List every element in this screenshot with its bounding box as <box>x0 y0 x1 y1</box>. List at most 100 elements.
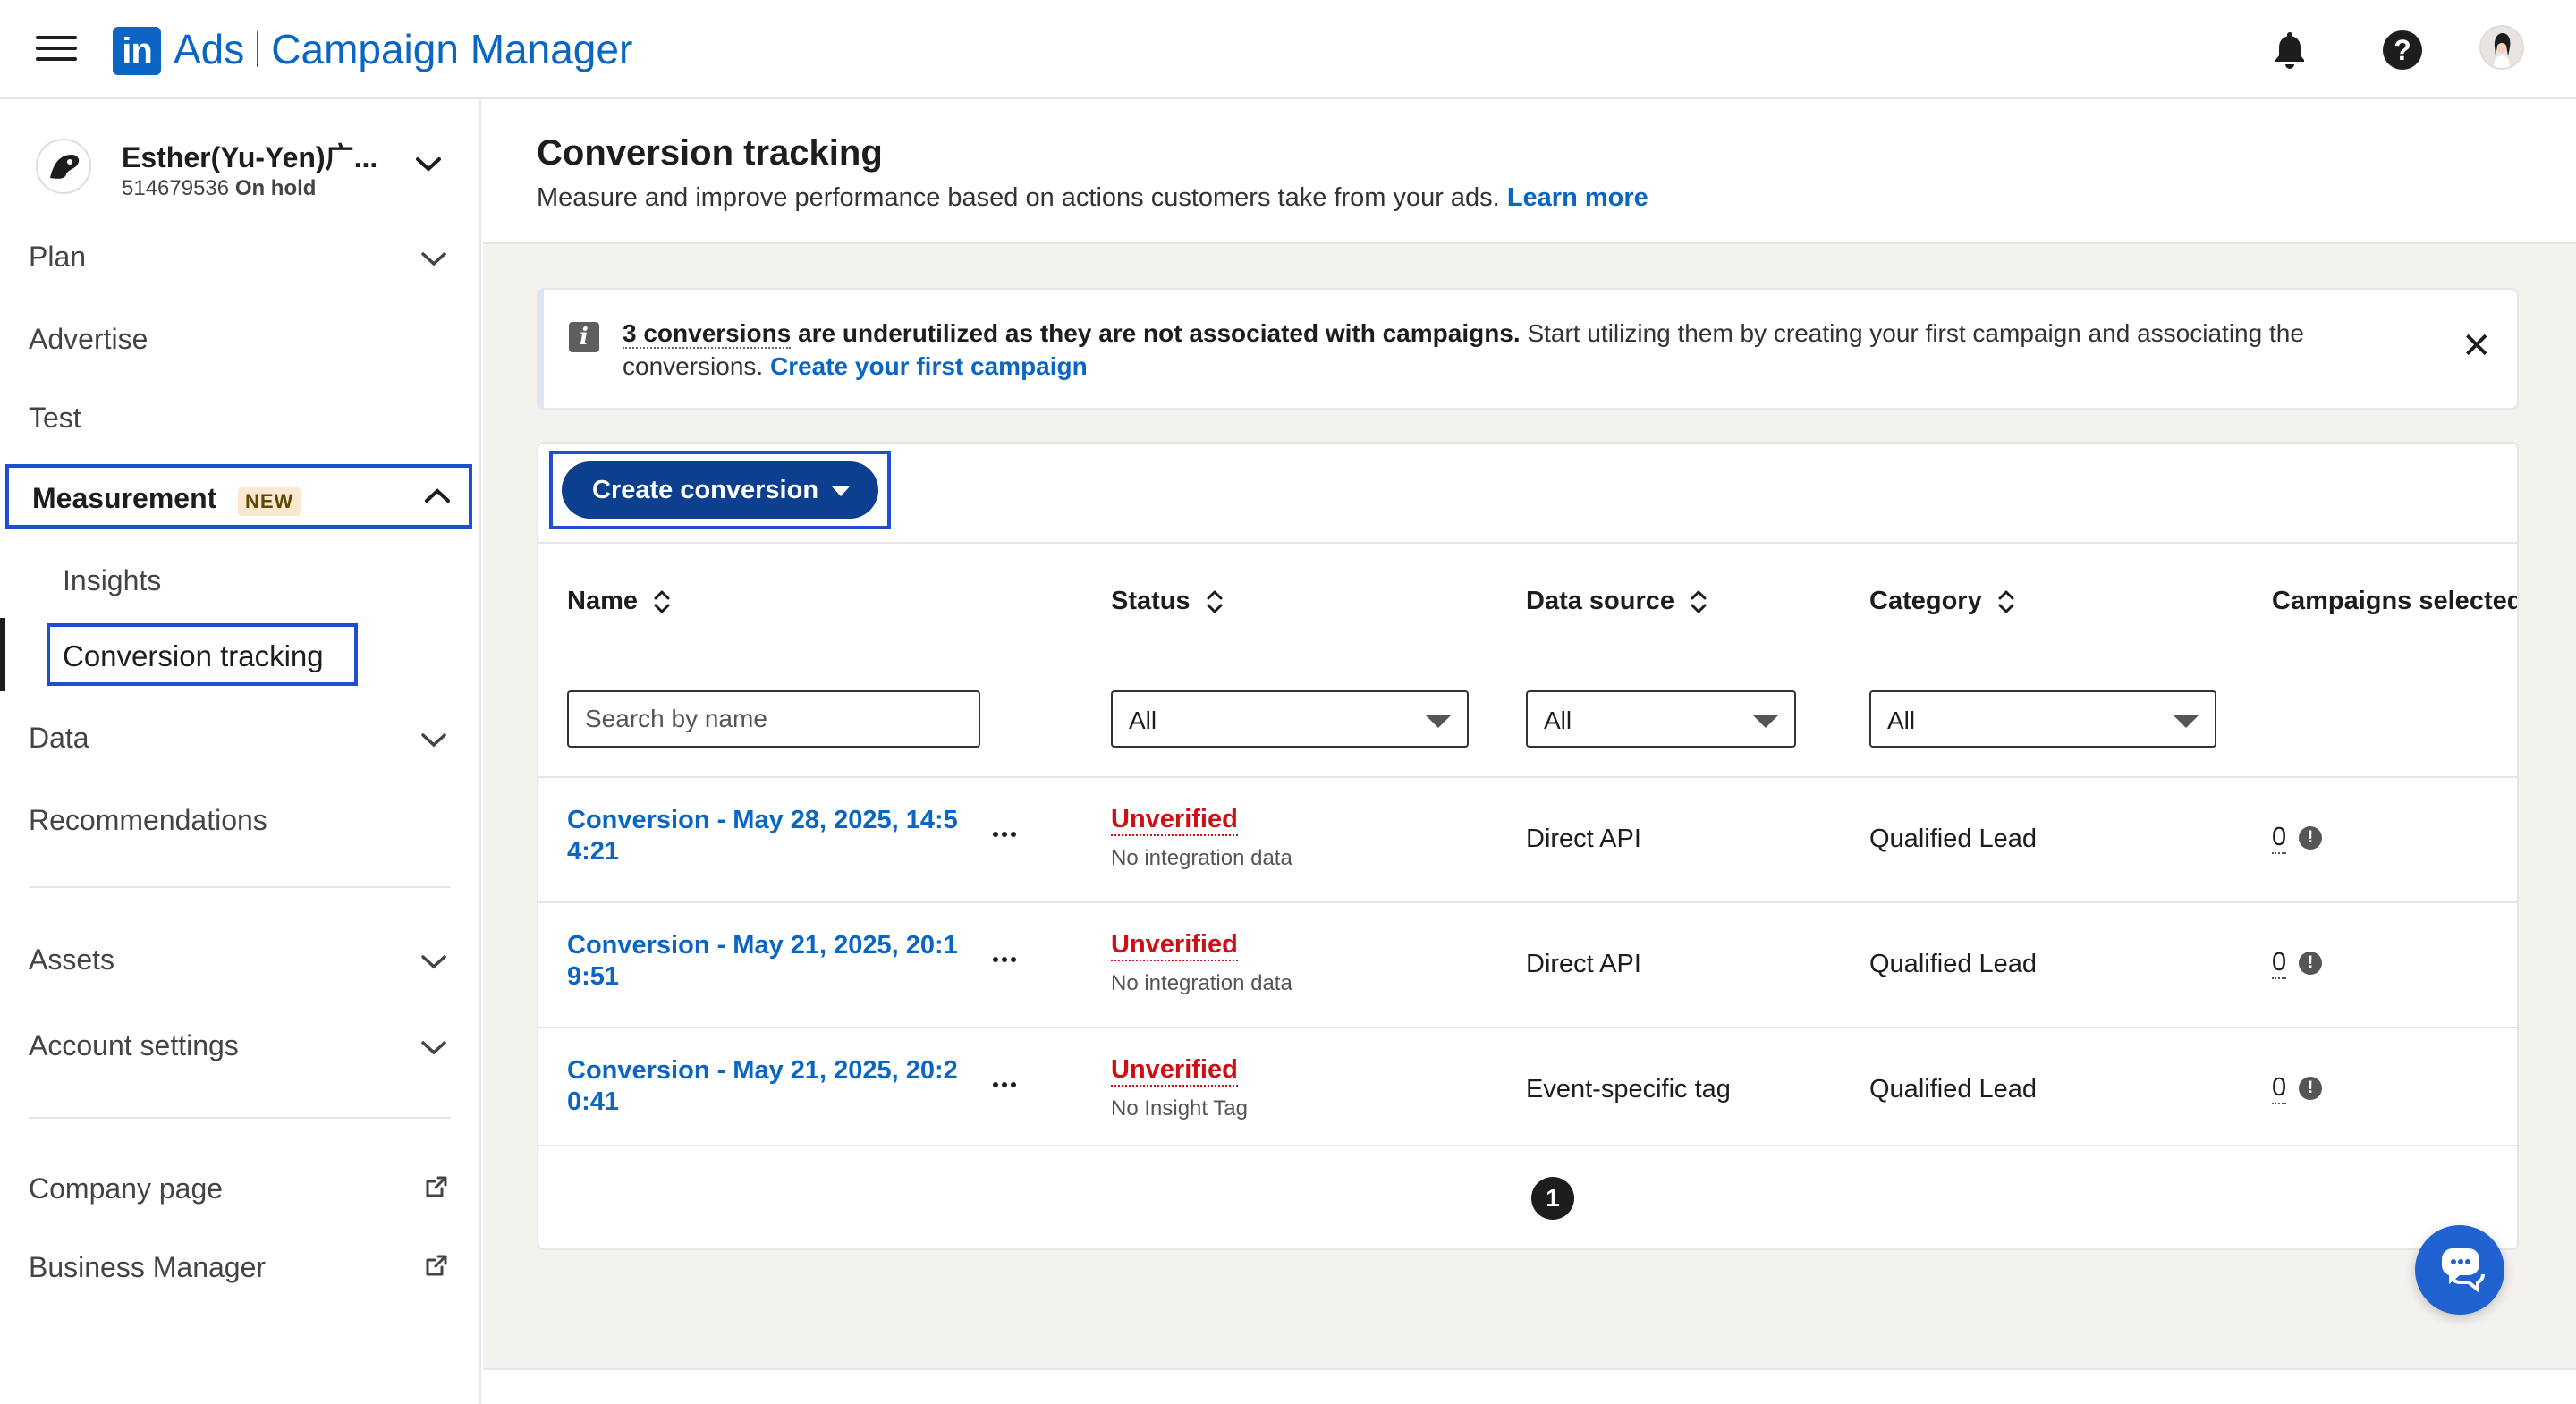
search-input[interactable] <box>567 690 980 748</box>
table-row: Conversion - May 21, 2025, 20:1 9:51 Unv… <box>538 901 2517 1025</box>
info-banner: i 3 conversions are underutilized as the… <box>537 288 2519 410</box>
brand-product: Campaign Manager <box>271 26 633 72</box>
app-title[interactable]: Ads Campaign Manager <box>174 25 632 73</box>
chevron-up-icon <box>425 488 450 503</box>
banner-bold-text: are underutilized as they are not associ… <box>791 319 1521 347</box>
page-title: Conversion tracking <box>537 133 883 173</box>
help-icon[interactable]: ? <box>2379 27 2426 73</box>
active-indicator <box>0 618 5 691</box>
more-options-icon[interactable] <box>993 944 1025 977</box>
sidebar-item-advertise[interactable]: Advertise <box>29 323 148 356</box>
warning-icon[interactable]: ! <box>2299 826 2322 850</box>
conversions-table-card: Create conversion Name Status Data sourc… <box>537 442 2519 1250</box>
sidebar-item-label: Account settings <box>29 1029 239 1061</box>
category-filter-select[interactable]: All <box>1869 690 2216 748</box>
sidebar-item-insights[interactable]: Insights <box>63 564 161 597</box>
column-header-status[interactable]: Status <box>1111 587 1224 616</box>
learn-more-link[interactable]: Learn more <box>1507 183 1648 212</box>
sidebar-item-conversion-tracking[interactable]: Conversion tracking <box>47 623 358 686</box>
conversion-name-link[interactable]: Conversion - May 21, 2025, 20:1 9:51 <box>567 930 970 993</box>
caret-down-icon <box>832 486 850 496</box>
sort-icon <box>1998 590 2014 613</box>
sidebar-item-measurement[interactable]: Measurement NEW <box>5 464 472 529</box>
create-conversion-label: Create conversion <box>592 476 819 504</box>
sort-icon <box>654 590 670 613</box>
sidebar-item-label: Insights <box>63 564 162 596</box>
external-link-icon[interactable] <box>424 1253 449 1278</box>
sidebar-item-label: Assets <box>29 943 115 976</box>
status-detail: No integration data <box>1111 846 1292 870</box>
select-value: All <box>1887 706 1916 734</box>
status-filter-select[interactable]: All <box>1111 690 1469 748</box>
column-header-campaigns-selected: Campaigns selected <box>2272 587 2517 616</box>
user-avatar[interactable] <box>2479 25 2524 70</box>
sidebar-item-label: Test <box>29 402 81 434</box>
sidebar-item-plan[interactable]: Plan <box>29 241 86 274</box>
sort-icon <box>1207 590 1223 613</box>
status-label[interactable]: Unverified <box>1111 930 1238 961</box>
account-name: Esther(Yu-Yen)广... <box>122 141 378 173</box>
campaigns-count[interactable]: 0 <box>2272 948 2287 979</box>
chevron-down-icon[interactable] <box>420 732 447 749</box>
chevron-down-icon[interactable] <box>420 251 447 267</box>
sidebar-item-data[interactable]: Data <box>29 722 89 755</box>
linkedin-logo[interactable]: in <box>113 27 161 75</box>
banner-message: 3 conversions are underutilized as they … <box>623 317 2340 383</box>
column-header-data-source[interactable]: Data source <box>1526 587 1708 616</box>
chat-help-button[interactable] <box>2415 1225 2504 1315</box>
sidebar-item-account-settings[interactable]: Account settings <box>29 1029 239 1062</box>
account-logo <box>36 139 91 194</box>
sidebar-item-business-manager[interactable]: Business Manager <box>29 1251 266 1284</box>
sidebar-item-test[interactable]: Test <box>29 402 81 435</box>
chevron-down-icon[interactable] <box>420 1040 447 1056</box>
table-row: Conversion - May 21, 2025, 20:2 0:41 Unv… <box>538 1027 2517 1150</box>
more-options-icon[interactable] <box>993 819 1025 851</box>
info-icon: i <box>569 322 599 352</box>
account-switcher[interactable]: Esther(Yu-Yen)广... 514679536 On hold <box>36 130 465 201</box>
sidebar: Esther(Yu-Yen)广... 514679536 On hold Pla… <box>0 99 481 1404</box>
status-label[interactable]: Unverified <box>1111 805 1238 836</box>
table-row: Conversion - May 28, 2025, 14:5 4:21 Unv… <box>538 776 2517 900</box>
footer <box>483 1370 2576 1404</box>
close-icon[interactable]: ✕ <box>2462 326 2492 367</box>
create-conversion-highlight: Create conversion <box>549 451 891 529</box>
category-cell: Qualified Lead <box>1869 950 2038 978</box>
toolbar-divider <box>538 542 2517 544</box>
select-value: All <box>1544 706 1572 734</box>
sidebar-item-label: Recommendations <box>29 804 267 836</box>
pagination-page-button[interactable]: 1 <box>1531 1177 1574 1220</box>
warning-icon[interactable]: ! <box>2299 952 2322 975</box>
campaigns-count[interactable]: 0 <box>2272 1073 2287 1104</box>
page-subtitle: Measure and improve performance based on… <box>537 183 1648 213</box>
status-detail: No integration data <box>1111 971 1292 995</box>
conversion-name-link[interactable]: Conversion - May 21, 2025, 20:2 0:41 <box>567 1055 970 1118</box>
create-campaign-link[interactable]: Create your first campaign <box>770 352 1088 380</box>
sidebar-item-recommendations[interactable]: Recommendations <box>29 804 267 837</box>
data-source-filter-select[interactable]: All <box>1526 690 1796 748</box>
conversion-name-link[interactable]: Conversion - May 28, 2025, 14:5 4:21 <box>567 805 970 867</box>
chevron-down-icon[interactable] <box>420 954 447 970</box>
dropdown-arrow-icon <box>2174 715 2199 728</box>
more-options-icon[interactable] <box>993 1070 1025 1102</box>
top-navigation-bar: in Ads Campaign Manager ? <box>0 0 2576 99</box>
sidebar-item-label: Advertise <box>29 323 148 355</box>
create-conversion-button[interactable]: Create conversion <box>562 461 878 519</box>
sidebar-item-label: Plan <box>29 241 87 273</box>
account-id-status: 514679536 On hold <box>122 176 316 201</box>
hamburger-menu-icon[interactable] <box>36 36 77 64</box>
page-header: Conversion tracking Measure and improve … <box>483 99 2576 244</box>
sidebar-item-label: Measurement <box>32 482 217 514</box>
column-header-name[interactable]: Name <box>567 587 672 616</box>
sidebar-item-label: Conversion tracking <box>63 639 324 672</box>
sidebar-item-company-page[interactable]: Company page <box>29 1172 223 1205</box>
column-header-category[interactable]: Category <box>1869 587 2016 616</box>
data-source-cell: Direct API <box>1526 950 1641 978</box>
status-detail: No Insight Tag <box>1111 1096 1248 1121</box>
campaigns-count[interactable]: 0 <box>2272 823 2287 854</box>
sidebar-item-assets[interactable]: Assets <box>29 943 114 977</box>
warning-icon[interactable]: ! <box>2299 1077 2322 1100</box>
external-link-icon[interactable] <box>424 1174 449 1199</box>
notifications-bell-icon[interactable] <box>2267 27 2313 73</box>
status-label[interactable]: Unverified <box>1111 1055 1238 1087</box>
banner-count[interactable]: 3 conversions <box>623 319 792 349</box>
